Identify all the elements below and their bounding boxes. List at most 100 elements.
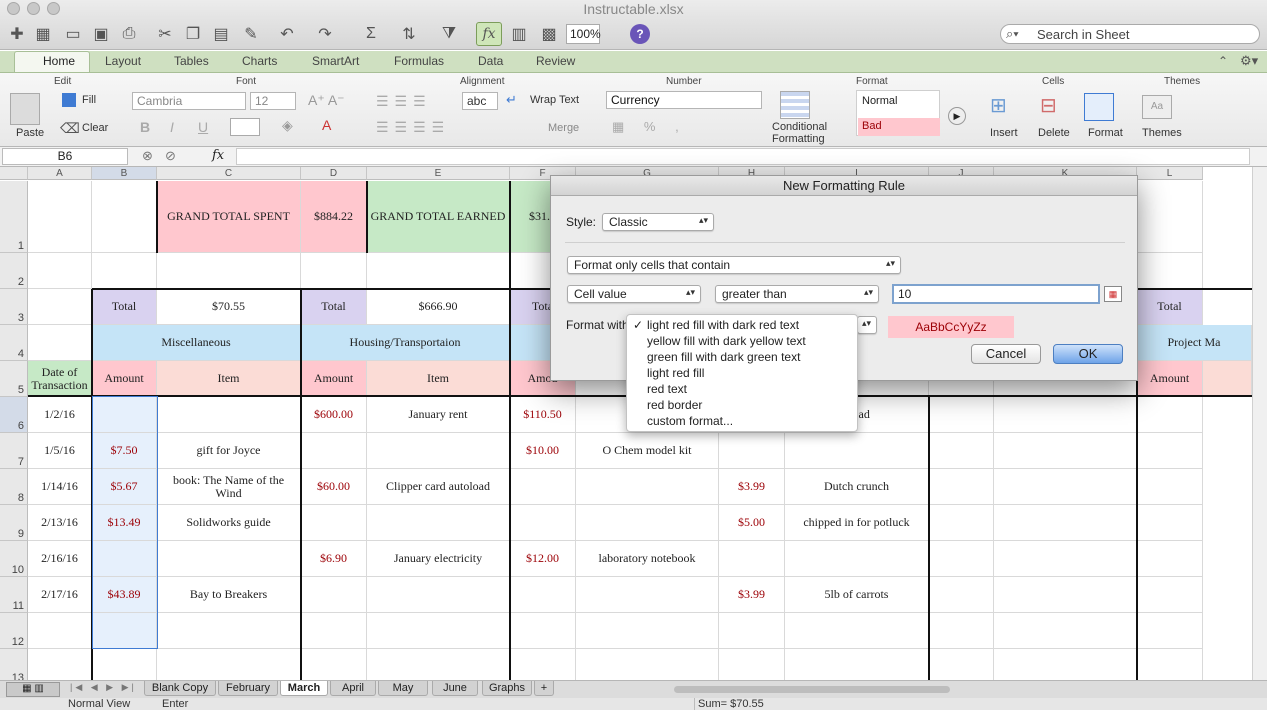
grand-total-earned-label[interactable]: GRAND TOTAL EARNED xyxy=(367,181,510,253)
borders-icon[interactable] xyxy=(230,118,260,136)
fill-color-icon[interactable]: ◈ xyxy=(282,117,293,134)
grid-cell[interactable] xyxy=(301,253,367,289)
h-amount-cell[interactable] xyxy=(719,433,785,469)
format-menu-item[interactable]: yellow fill with dark yellow text xyxy=(627,333,857,349)
tab-home[interactable]: Home xyxy=(14,51,91,72)
grid-cell[interactable] xyxy=(994,649,1137,680)
sheet-nav-arrows-icon[interactable]: |◀ ◀ ▶ ▶| xyxy=(70,682,137,693)
grid-cell[interactable] xyxy=(994,505,1137,541)
underline-icon[interactable]: U xyxy=(198,119,208,135)
category-miscellaneous[interactable]: Miscellaneous xyxy=(92,325,301,361)
grid-cell[interactable] xyxy=(929,541,994,577)
ribbon-settings-icon[interactable]: ⚙▾ xyxy=(1240,53,1258,69)
grid-cell[interactable] xyxy=(929,577,994,613)
align-left-icon[interactable]: ☰☰☰☰ xyxy=(376,119,450,136)
font-color-icon[interactable]: A xyxy=(322,117,331,133)
bold-icon[interactable]: B xyxy=(140,119,150,135)
column-header-c[interactable]: C xyxy=(157,167,301,180)
grid-cell[interactable] xyxy=(994,577,1137,613)
formula-builder-icon[interactable]: fx xyxy=(476,22,502,46)
sheet-tab-graphs[interactable]: Graphs xyxy=(482,681,532,696)
grid-cell[interactable] xyxy=(929,397,994,433)
horizontal-scrollbar-thumb[interactable] xyxy=(674,686,950,693)
h-amount-cell[interactable]: $5.00 xyxy=(719,505,785,541)
grid-cell[interactable] xyxy=(92,181,157,253)
cancel-button[interactable]: Cancel xyxy=(971,344,1041,364)
grid-cell[interactable] xyxy=(92,649,157,680)
media-browser-icon[interactable]: ▩ xyxy=(536,22,562,46)
misc-item-cell[interactable]: Bay to Breakers xyxy=(157,577,301,613)
housing-amount-cell[interactable]: $600.00 xyxy=(301,397,367,433)
grid-cell[interactable] xyxy=(28,253,92,289)
date-cell[interactable]: 2/17/16 xyxy=(28,577,92,613)
font-name-field[interactable]: Cambria xyxy=(132,92,246,110)
grid-cell[interactable] xyxy=(929,469,994,505)
misc-amount-header[interactable]: Amount xyxy=(92,361,157,397)
column-header-d[interactable]: D xyxy=(301,167,367,180)
format-menu-item[interactable]: ✓ light red fill with dark red text xyxy=(627,317,857,333)
new-workbook-icon[interactable]: ✚ xyxy=(4,22,30,46)
grid-cell[interactable] xyxy=(157,649,301,680)
tab-data[interactable]: Data xyxy=(478,54,503,68)
h-amount-cell[interactable]: $3.99 xyxy=(719,577,785,613)
misc-item-cell[interactable] xyxy=(157,541,301,577)
grid-cell[interactable] xyxy=(1137,433,1203,469)
date-cell[interactable]: 2/13/16 xyxy=(28,505,92,541)
project-item-header[interactable] xyxy=(1203,361,1252,397)
housing-amount-cell[interactable]: $6.90 xyxy=(301,541,367,577)
grid-cell[interactable] xyxy=(929,613,994,649)
f-amount-cell[interactable] xyxy=(510,577,576,613)
grid-cell[interactable] xyxy=(719,649,785,680)
row-header-10[interactable]: 10 xyxy=(0,541,28,577)
date-cell[interactable]: 1/5/16 xyxy=(28,433,92,469)
column-header-e[interactable]: E xyxy=(367,167,510,180)
delete-button[interactable]: Delete xyxy=(1038,127,1070,139)
grid-cell[interactable] xyxy=(367,253,510,289)
grid-cell[interactable] xyxy=(994,469,1137,505)
misc-item-cell[interactable]: book: The Name of the Wind xyxy=(157,469,301,505)
housing-item-cell[interactable]: Clipper card autoload xyxy=(367,469,510,505)
housing-item-cell[interactable] xyxy=(367,505,510,541)
confirm-entry-icon[interactable]: ⊘ xyxy=(165,148,176,164)
g-item-cell[interactable] xyxy=(576,469,719,505)
housing-amount-cell[interactable] xyxy=(301,577,367,613)
date-header[interactable]: Date of Transaction xyxy=(28,361,92,397)
housing-item-cell[interactable]: January rent xyxy=(367,397,510,433)
grid-cell[interactable] xyxy=(157,613,301,649)
grid-cell[interactable] xyxy=(367,613,510,649)
ok-button[interactable]: OK xyxy=(1053,344,1123,364)
housing-item-header[interactable]: Item xyxy=(367,361,510,397)
style-normal[interactable]: Normal xyxy=(862,95,897,107)
misc-item-cell[interactable]: gift for Joyce xyxy=(157,433,301,469)
column-header-l[interactable]: L xyxy=(1137,167,1203,180)
f-amount-cell[interactable] xyxy=(510,505,576,541)
tab-layout[interactable]: Layout xyxy=(105,54,141,68)
grid-cell[interactable] xyxy=(719,613,785,649)
project-amount-header[interactable]: Amount xyxy=(1137,361,1203,397)
format-button[interactable]: Format xyxy=(1088,127,1123,139)
grid-cell[interactable] xyxy=(929,433,994,469)
format-menu-item[interactable]: red text xyxy=(627,381,857,397)
grid-cell[interactable] xyxy=(28,649,92,680)
row-header-6[interactable]: 6 xyxy=(0,397,28,433)
grid-cell[interactable] xyxy=(1137,649,1203,680)
undo-icon[interactable]: ↶ xyxy=(274,22,300,46)
column-header-b[interactable]: B xyxy=(92,167,157,180)
grid-cell[interactable] xyxy=(301,613,367,649)
percent-icon[interactable]: ▦ % , xyxy=(612,119,687,135)
format-menu-item[interactable]: green fill with dark green text xyxy=(627,349,857,365)
collapse-ribbon-icon[interactable]: ⌃ xyxy=(1218,54,1228,68)
row-header-2[interactable]: 2 xyxy=(0,253,28,289)
grid-cell[interactable] xyxy=(367,649,510,680)
zoom-field[interactable]: 100% xyxy=(566,24,601,44)
row-header-12[interactable]: 12 xyxy=(0,613,28,649)
category-project[interactable]: Project Ma xyxy=(1137,325,1252,361)
misc-item-cell[interactable] xyxy=(157,397,301,433)
conditional-formatting-button-line2[interactable]: Formatting xyxy=(772,133,825,145)
row-header-1[interactable]: 1 xyxy=(0,181,28,253)
grid-cell[interactable] xyxy=(1137,505,1203,541)
open-icon[interactable]: ▭ xyxy=(60,22,86,46)
autosum-icon[interactable]: Σ xyxy=(358,22,384,46)
tab-review[interactable]: Review xyxy=(536,54,575,68)
category-housing[interactable]: Housing/Transportaion xyxy=(301,325,510,361)
